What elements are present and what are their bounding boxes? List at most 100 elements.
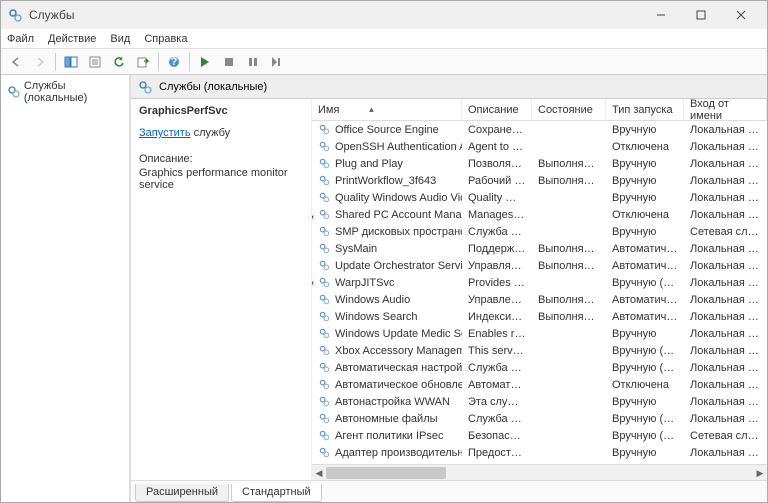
cell-desc: Автомати… [462,379,532,391]
list-body[interactable]: Office Source EngineСохранен…ВручнуюЛока… [312,121,767,464]
table-row[interactable]: Адаптер производительно…Предостав… Вручну… [312,444,767,461]
menu-view[interactable]: Вид [110,33,130,45]
cell-name: Shared PC Account Manager [312,208,462,221]
table-row[interactable]: Plug and PlayПозволяет…ВыполняетсяВручну… [312,155,767,172]
menu-file[interactable]: Файл [7,33,34,45]
back-button[interactable] [5,51,27,73]
cell-start: Отключена [606,379,684,391]
cell-start: Вручную [606,226,684,238]
cell-name: SMP дисковых пространст… [312,225,462,238]
table-row[interactable]: Quality Windows Audio Vid…Quality Wi…Вру… [312,189,767,206]
table-row[interactable]: WarpJITSvcProvides a …Вручную (ак…Локаль… [312,274,767,291]
refresh-button[interactable] [108,51,130,73]
cell-state: Выполняется [532,260,606,272]
cell-state: Выполняется [532,243,606,255]
cell-account: Локальная сис… [684,328,767,340]
titlebar: Службы [1,1,767,29]
cell-name: Агент политики IPsec [312,429,462,442]
menubar: Файл Действие Вид Справка [1,29,767,49]
table-row[interactable]: Автоматическая настройк…Служба ав…Вручну… [312,359,767,376]
restart-service-button[interactable] [266,51,288,73]
cell-account: Локальная слу… [684,277,767,289]
table-row[interactable]: Windows SearchИндексир…ВыполняетсяАвтома… [312,308,767,325]
menu-action[interactable]: Действие [48,33,96,45]
cell-start: Автоматиче… [606,311,684,323]
separator [55,53,56,71]
tab-standard[interactable]: Стандартный [231,484,322,502]
cell-start: Вручную [606,447,684,459]
cell-desc: Enables re… [462,328,532,340]
scroll-thumb[interactable] [326,467,446,479]
export-button[interactable] [132,51,154,73]
cell-desc: Предостав… [462,447,532,459]
start-service-link[interactable]: Запустить [139,127,191,139]
cell-desc: Рабочий п… [462,175,532,187]
tree-root-services[interactable]: Службы (локальные) [3,77,127,107]
cell-start: Вручную [606,192,684,204]
selected-service-name: GraphicsPerfSvc [139,105,303,117]
table-row[interactable]: Shared PC Account ManagerManages p…Отклю… [312,206,767,223]
table-row[interactable]: PrintWorkflow_3f643Рабочий п…Выполняется… [312,172,767,189]
sort-caret-icon: ▲ [367,105,375,114]
cell-state: Выполняется [532,294,606,306]
table-row[interactable]: OpenSSH Authentication A…Agent to h… Откл… [312,138,767,155]
cell-name: Windows Audio [312,293,462,306]
table-row[interactable]: Windows Update Medic Ser…Enables re…Вруч… [312,325,767,342]
start-service-button[interactable] [194,51,216,73]
table-row[interactable]: Агент политики IPsecБезопасно…Вручную (а… [312,427,767,444]
cell-name: OpenSSH Authentication A… [312,140,462,153]
col-account[interactable]: Вход от имени [684,99,767,120]
right-pane: Службы (локальные) GraphicsPerfSvc Запус… [131,75,767,502]
service-list: Имя▲ Описание Состояние Тип запуска Вход… [311,99,767,480]
table-row[interactable]: Автонастройка WWANЭта служб…ВручнуюЛокал… [312,393,767,410]
table-row[interactable]: Xbox Accessory Manageme…This servic…Вруч… [312,342,767,359]
menu-help[interactable]: Справка [144,33,187,45]
cell-account: Локальная сис… [684,362,767,374]
cell-desc: Quality Wi… [462,192,532,204]
pause-service-button[interactable] [242,51,264,73]
table-row[interactable]: Windows AudioУправлен…ВыполняетсяАвтомат… [312,291,767,308]
cell-start: Отключена [606,141,684,153]
table-row[interactable]: SysMainПоддержи…ВыполняетсяАвтоматиче…Ло… [312,240,767,257]
table-row[interactable]: Автономные файлыСлужба ав…Вручную (ак…Ло… [312,410,767,427]
properties-button[interactable] [84,51,106,73]
minimize-button[interactable] [641,3,681,27]
cell-account: Локальная сис… [684,447,767,459]
cell-name: PrintWorkflow_3f643 [312,174,462,187]
help-button[interactable]: ? [163,51,185,73]
maximize-button[interactable] [681,3,721,27]
scroll-left-icon[interactable]: ◀ [312,465,326,480]
table-row[interactable]: Office Source EngineСохранен…ВручнуюЛока… [312,121,767,138]
cell-account: Сетевая служба [684,226,767,238]
stop-service-button[interactable] [218,51,240,73]
cell-state: Выполняется [532,175,606,187]
cell-desc: Manages p… [462,209,532,221]
table-row[interactable]: SMP дисковых пространст…Служба уз… Вручну… [312,223,767,240]
scroll-right-icon[interactable]: ▶ [753,465,767,480]
cell-name: Адаптер производительно… [312,446,462,459]
cell-desc: Служба ав… [462,413,532,425]
col-desc[interactable]: Описание [462,99,532,120]
horizontal-scrollbar[interactable]: ◀ ▶ [312,464,767,480]
cell-start: Вручную [606,124,684,136]
col-state[interactable]: Состояние [532,99,606,120]
cell-name: WarpJITSvc [312,276,462,289]
cell-name: Автоматическое обновлен… [312,378,462,391]
close-button[interactable] [721,3,761,27]
cell-name: SysMain [312,242,462,255]
table-row[interactable]: Update Orchestrator ServiceУправляет…Вып… [312,257,767,274]
cell-desc: Управляет… [462,260,532,272]
tab-extended[interactable]: Расширенный [135,484,229,502]
forward-button[interactable] [29,51,51,73]
cell-name: Office Source Engine [312,123,462,136]
col-name[interactable]: Имя▲ [312,99,462,120]
tree-root-label: Службы (локальные) [24,80,123,104]
table-row[interactable]: Автоматическое обновлен…Автомати… Отключе… [312,376,767,393]
cell-desc: Agent to h… [462,141,532,153]
tree-pane: Службы (локальные) [1,75,131,502]
cell-desc: Служба уз… [462,226,532,238]
cell-state: Выполняется [532,311,606,323]
show-hide-tree-button[interactable] [60,51,82,73]
col-start[interactable]: Тип запуска [606,99,684,120]
cell-account: Локальная сис… [684,413,767,425]
